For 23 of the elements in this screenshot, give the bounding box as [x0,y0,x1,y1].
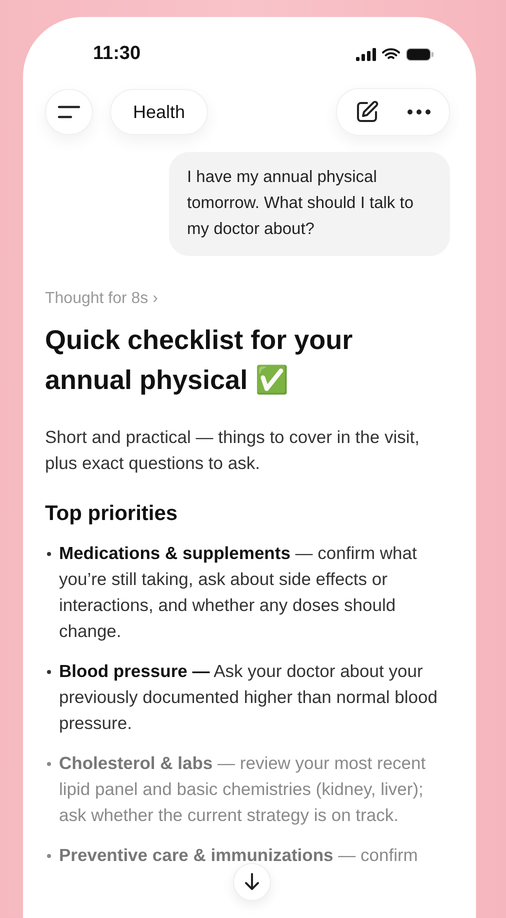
section-heading: Top priorities [45,502,179,526]
pencil-square-icon [355,100,379,124]
intro-text: Short and practical — things to cover in the visit, plus exact questions to ask. [45,426,420,475]
menu-button[interactable] [45,89,93,135]
bullet-icon [47,854,51,858]
more-icon [407,109,431,115]
wifi-icon [382,48,400,60]
arrow-down-icon [244,873,260,891]
bullet-icon [47,762,51,766]
user-message: I have my annual physical tomorrow. What should I talk to my doctor about? [169,152,450,256]
project-title-button[interactable]: Health [110,89,208,135]
menu-icon [57,104,81,120]
bullet-icon [47,552,51,556]
scroll-down-button[interactable] [233,863,271,901]
bullet-icon [47,670,51,674]
signal-icon [356,48,376,60]
response-heading: Quick checklist for your annual physical ✅ [45,324,354,397]
list-item-text: Preventive care & immunizations — confirm [59,844,418,867]
list-item-text: Medications & supplements — confirm what you’re still taking, ask about side effects or interactions, and whether any doses should change. [59,542,418,643]
battery-icon [406,48,434,60]
status-time: 11:30 [93,43,141,65]
list-item-text: Cholesterol & labs — review your most recent lipid panel and basic chemistries (kidney, liver); ask whether the current strategy is on track. [59,752,427,827]
list-item-text: Blood pressure — Ask your doctor about your previously documented higher than normal blood pressure. [59,660,438,735]
